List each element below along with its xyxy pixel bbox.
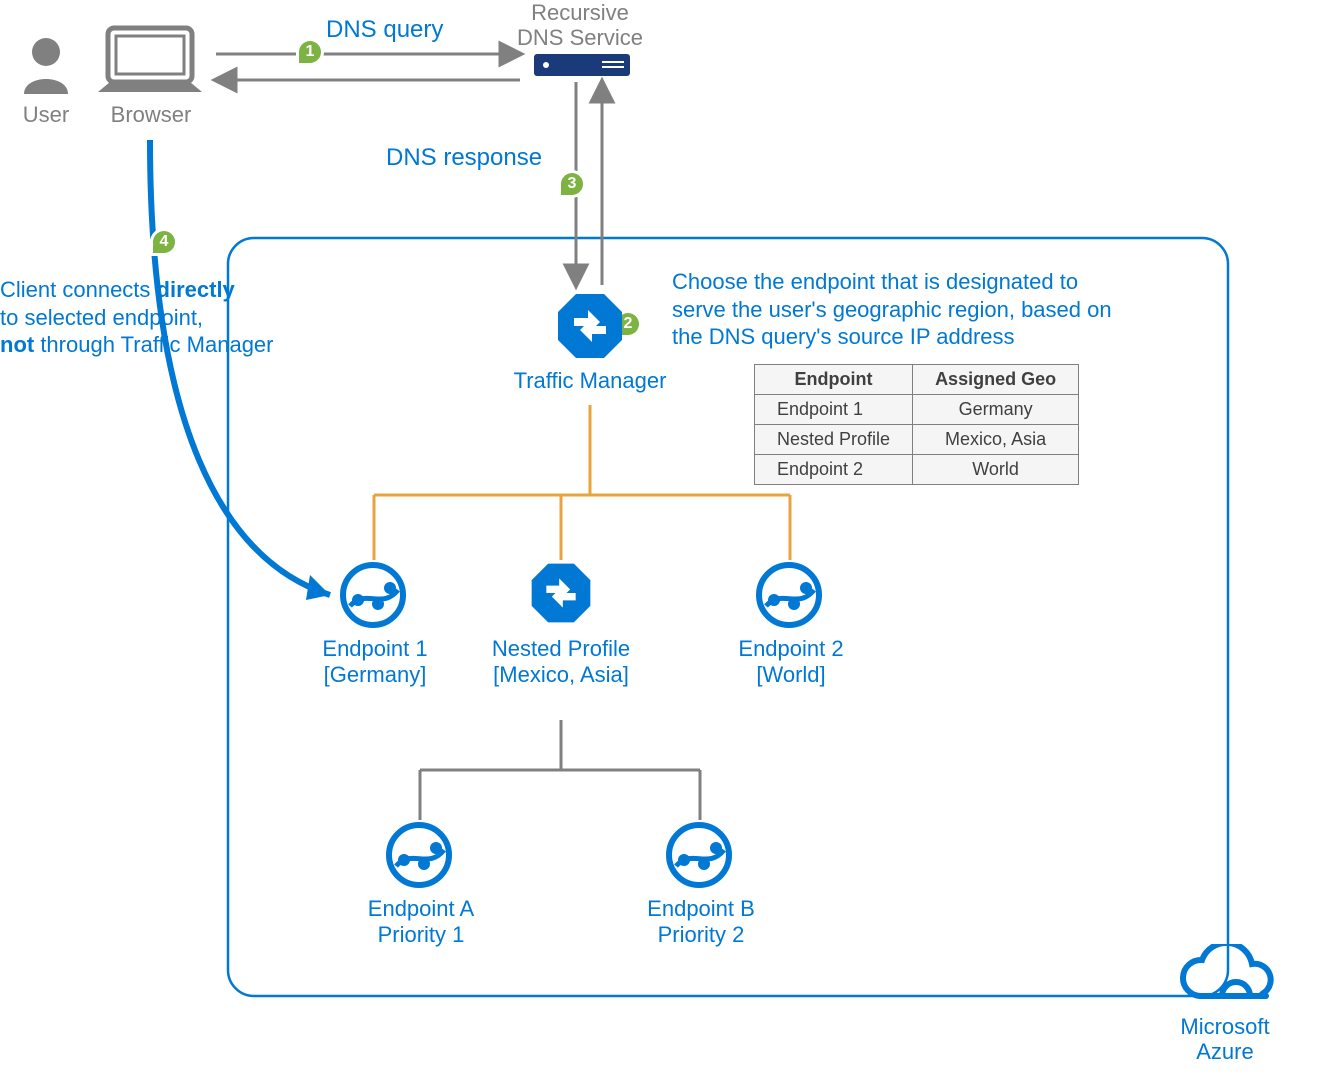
dns-query-label: DNS query [326,16,443,44]
step2-callout: Choose the endpoint that is designated t… [672,268,1192,351]
step4-callout: Client connects directly to selected end… [0,276,290,359]
endpoint2-icon [754,560,824,635]
endpointB-label: Endpoint B Priority 2 [626,896,776,949]
step4-bold2: not [0,332,34,357]
step2-line1: Choose the endpoint that is designated t… [672,269,1078,294]
endpoint1-label: Endpoint 1 [Germany] [300,636,450,689]
endpoint2-label: Endpoint 2 [World] [716,636,866,689]
browser-icon [90,22,210,107]
endpointA-icon [384,820,454,895]
step4-mid: to selected endpoint, [0,305,203,330]
browser-label: Browser [96,102,206,128]
endpointB-icon [664,820,734,895]
step4-bold1: directly [157,277,235,302]
table-row: Endpoint 2 World [755,455,1079,485]
geo-table: Endpoint Assigned Geo Endpoint 1 Germany… [754,364,1079,485]
step-badge-3: 3 [558,170,586,198]
dns-server-icon [534,54,630,85]
step4-post: through Traffic Manager [34,332,273,357]
geo-th-endpoint: Endpoint [755,365,913,395]
recursive-dns-label: Recursive DNS Service [490,0,670,51]
dns-response-label: DNS response [386,144,542,172]
user-label: User [8,102,84,128]
table-row: Nested Profile Mexico, Asia [755,425,1079,455]
recursive-dns-line2: DNS Service [517,25,643,50]
nested-profile-icon [528,560,594,631]
step2-line2: serve the user's geographic region, base… [672,297,1112,322]
step4-pre: Client connects [0,277,157,302]
geo-th-assigned: Assigned Geo [913,365,1079,395]
endpointA-label: Endpoint A Priority 1 [346,896,496,949]
nested-profile-label: Nested Profile [Mexico, Asia] [476,636,646,689]
step-badge-1: 1 [296,38,324,66]
table-row: Endpoint 1 Germany [755,395,1079,425]
user-icon [18,34,74,99]
step2-line3: the DNS query's source IP address [672,324,1015,349]
recursive-dns-line1: Recursive [531,0,629,25]
step-badge-4: 4 [150,228,178,256]
traffic-manager-label: Traffic Manager [500,368,680,394]
azure-label: Microsoft Azure [1160,1014,1290,1065]
azure-cloud-icon [1170,944,1280,1019]
traffic-manager-icon [554,290,626,367]
endpoint1-icon [338,560,408,635]
